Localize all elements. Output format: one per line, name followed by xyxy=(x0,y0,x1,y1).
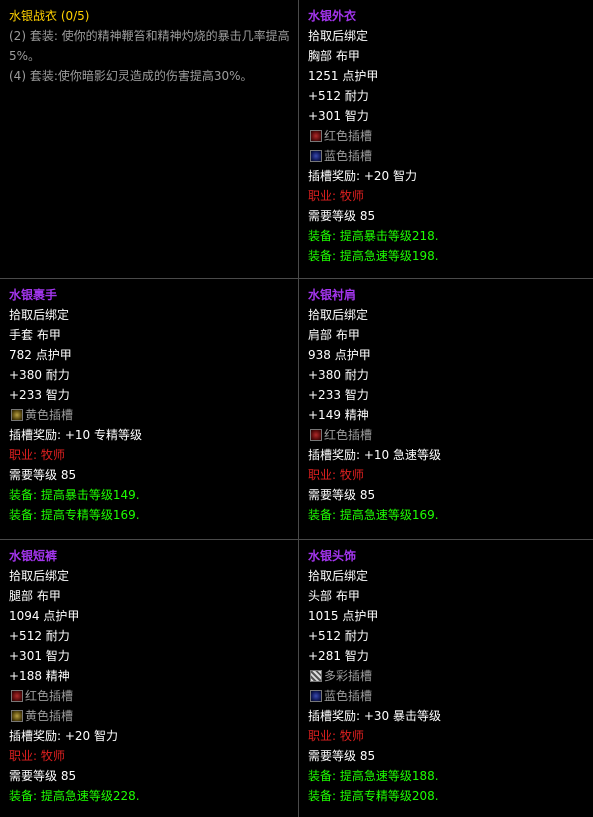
stat-line: +512 耐力 xyxy=(308,629,369,643)
stat-line: +380 耐力 xyxy=(9,368,70,382)
armor-value: 938 点护甲 xyxy=(308,348,371,362)
set-panel: 水银战衣 (0/5) (2) 套装: 使你的精神鞭笞和精神灼烧的暴击几率提高5%… xyxy=(0,0,298,278)
stat-line: +281 智力 xyxy=(308,649,369,663)
socket-label: 蓝色插槽 xyxy=(324,689,373,703)
socket-label: 红色插槽 xyxy=(324,428,373,442)
socket-slot: 黄色插槽 xyxy=(9,706,290,726)
level-requirement: 需要等级 85 xyxy=(9,769,77,783)
level-requirement: 需要等级 85 xyxy=(308,749,376,763)
stat-line: +233 智力 xyxy=(9,388,70,402)
socket-label: 黄色插槽 xyxy=(25,709,74,723)
item-tooltip: 水银裹手拾取后绑定手套 布甲 782 点护甲 +380 耐力 +233 智力黄色插槽插… xyxy=(0,279,298,539)
socket-label: 红色插槽 xyxy=(324,129,373,143)
equip-effect: 装备: 提高急速等级169. xyxy=(308,508,439,522)
blue-socket-icon xyxy=(310,690,322,702)
prismatic-socket-icon xyxy=(310,670,322,682)
socket-bonus: 插槽奖励: +30 暴击等级 xyxy=(308,709,441,723)
equip-effect: 装备: 提高暴击等级149. xyxy=(9,488,140,502)
item-slot: 胸部 布甲 xyxy=(308,49,360,63)
stat-line: +512 耐力 xyxy=(9,629,70,643)
blue-socket-icon xyxy=(310,150,322,162)
bind-type: 拾取后绑定 xyxy=(308,29,369,43)
socket-bonus: 插槽奖励: +20 智力 xyxy=(308,169,417,183)
yellow-socket-icon xyxy=(11,409,23,421)
class-requirement: 职业: 牧师 xyxy=(9,749,65,763)
armor-value: 782 点护甲 xyxy=(9,348,72,362)
set-name: 水银战衣 (0/5) xyxy=(9,9,90,23)
socket-slot: 黄色插槽 xyxy=(9,405,290,425)
item-tooltip: 水银短裤拾取后绑定腿部 布甲 1094 点护甲 +512 耐力 +301 智力 +188… xyxy=(0,540,298,817)
equip-effect: 装备: 提高专精等级169. xyxy=(9,508,140,522)
level-requirement: 需要等级 85 xyxy=(308,488,376,502)
socket-bonus: 插槽奖励: +20 智力 xyxy=(9,729,118,743)
socket-label: 红色插槽 xyxy=(25,689,74,703)
armor-value: 1251 点护甲 xyxy=(308,69,379,83)
equip-effect: 装备: 提高急速等级198. xyxy=(308,249,439,263)
socket-label: 蓝色插槽 xyxy=(324,149,373,163)
level-requirement: 需要等级 85 xyxy=(9,468,77,482)
socket-label: 多彩插槽 xyxy=(324,669,373,683)
item-slot: 肩部 布甲 xyxy=(308,328,360,342)
socket-slot: 红色插槽 xyxy=(308,425,585,445)
item-slot: 腿部 布甲 xyxy=(9,589,61,603)
equip-effect: 装备: 提高急速等级188. xyxy=(308,769,439,783)
set-bonus-4: (4) 套装:使你暗影幻灵造成的伤害提高30%。 xyxy=(9,69,253,83)
bind-type: 拾取后绑定 xyxy=(9,308,70,322)
red-socket-icon xyxy=(310,429,322,441)
item-title: 水银头饰 xyxy=(308,549,357,563)
equip-effect: 装备: 提高专精等级208. xyxy=(308,789,439,803)
socket-slot: 红色插槽 xyxy=(308,126,585,146)
armor-value: 1094 点护甲 xyxy=(9,609,80,623)
red-socket-icon xyxy=(11,690,23,702)
stat-line: +233 智力 xyxy=(308,388,369,402)
socket-label: 黄色插槽 xyxy=(25,408,74,422)
yellow-socket-icon xyxy=(11,710,23,722)
equip-effect: 装备: 提高暴击等级218. xyxy=(308,229,439,243)
class-requirement: 职业: 牧师 xyxy=(308,468,364,482)
socket-slot: 红色插槽 xyxy=(9,686,290,706)
set-bonus-2: (2) 套装: 使你的精神鞭笞和精神灼烧的暴击几率提高5%。 xyxy=(9,29,290,63)
item-slot: 手套 布甲 xyxy=(9,328,61,342)
class-requirement: 职业: 牧师 xyxy=(308,729,364,743)
equip-effect: 装备: 提高急速等级228. xyxy=(9,789,140,803)
socket-slot: 蓝色插槽 xyxy=(308,686,585,706)
item-title: 水银短裤 xyxy=(9,549,58,563)
bind-type: 拾取后绑定 xyxy=(9,569,70,583)
socket-slot: 蓝色插槽 xyxy=(308,146,585,166)
red-socket-icon xyxy=(310,130,322,142)
socket-bonus: 插槽奖励: +10 急速等级 xyxy=(308,448,441,462)
socket-bonus: 插槽奖励: +10 专精等级 xyxy=(9,428,142,442)
stat-line: +301 智力 xyxy=(9,649,70,663)
bind-type: 拾取后绑定 xyxy=(308,308,369,322)
item-title: 水银外衣 xyxy=(308,9,357,23)
stat-line: +301 智力 xyxy=(308,109,369,123)
class-requirement: 职业: 牧师 xyxy=(9,448,65,462)
tooltip-grid: 水银战衣 (0/5) (2) 套装: 使你的精神鞭笞和精神灼烧的暴击几率提高5%… xyxy=(0,0,593,817)
item-title: 水银衬肩 xyxy=(308,288,357,302)
item-slot: 头部 布甲 xyxy=(308,589,360,603)
stat-line: +512 耐力 xyxy=(308,89,369,103)
stat-line: +188 精神 xyxy=(9,669,70,683)
bind-type: 拾取后绑定 xyxy=(308,569,369,583)
socket-slot: 多彩插槽 xyxy=(308,666,585,686)
item-tooltip: 水银头饰拾取后绑定头部 布甲 1015 点护甲 +512 耐力 +281 智力多彩插槽… xyxy=(299,540,593,817)
item-tooltip: 水银衬肩拾取后绑定肩部 布甲 938 点护甲 +380 耐力 +233 智力 +149 … xyxy=(299,279,593,539)
stat-line: +380 耐力 xyxy=(308,368,369,382)
level-requirement: 需要等级 85 xyxy=(308,209,376,223)
item-title: 水银裹手 xyxy=(9,288,58,302)
stat-line: +149 精神 xyxy=(308,408,369,422)
class-requirement: 职业: 牧师 xyxy=(308,189,364,203)
item-tooltip: 水银外衣拾取后绑定胸部 布甲 1251 点护甲 +512 耐力 +301 智力红色插槽… xyxy=(299,0,593,278)
armor-value: 1015 点护甲 xyxy=(308,609,379,623)
